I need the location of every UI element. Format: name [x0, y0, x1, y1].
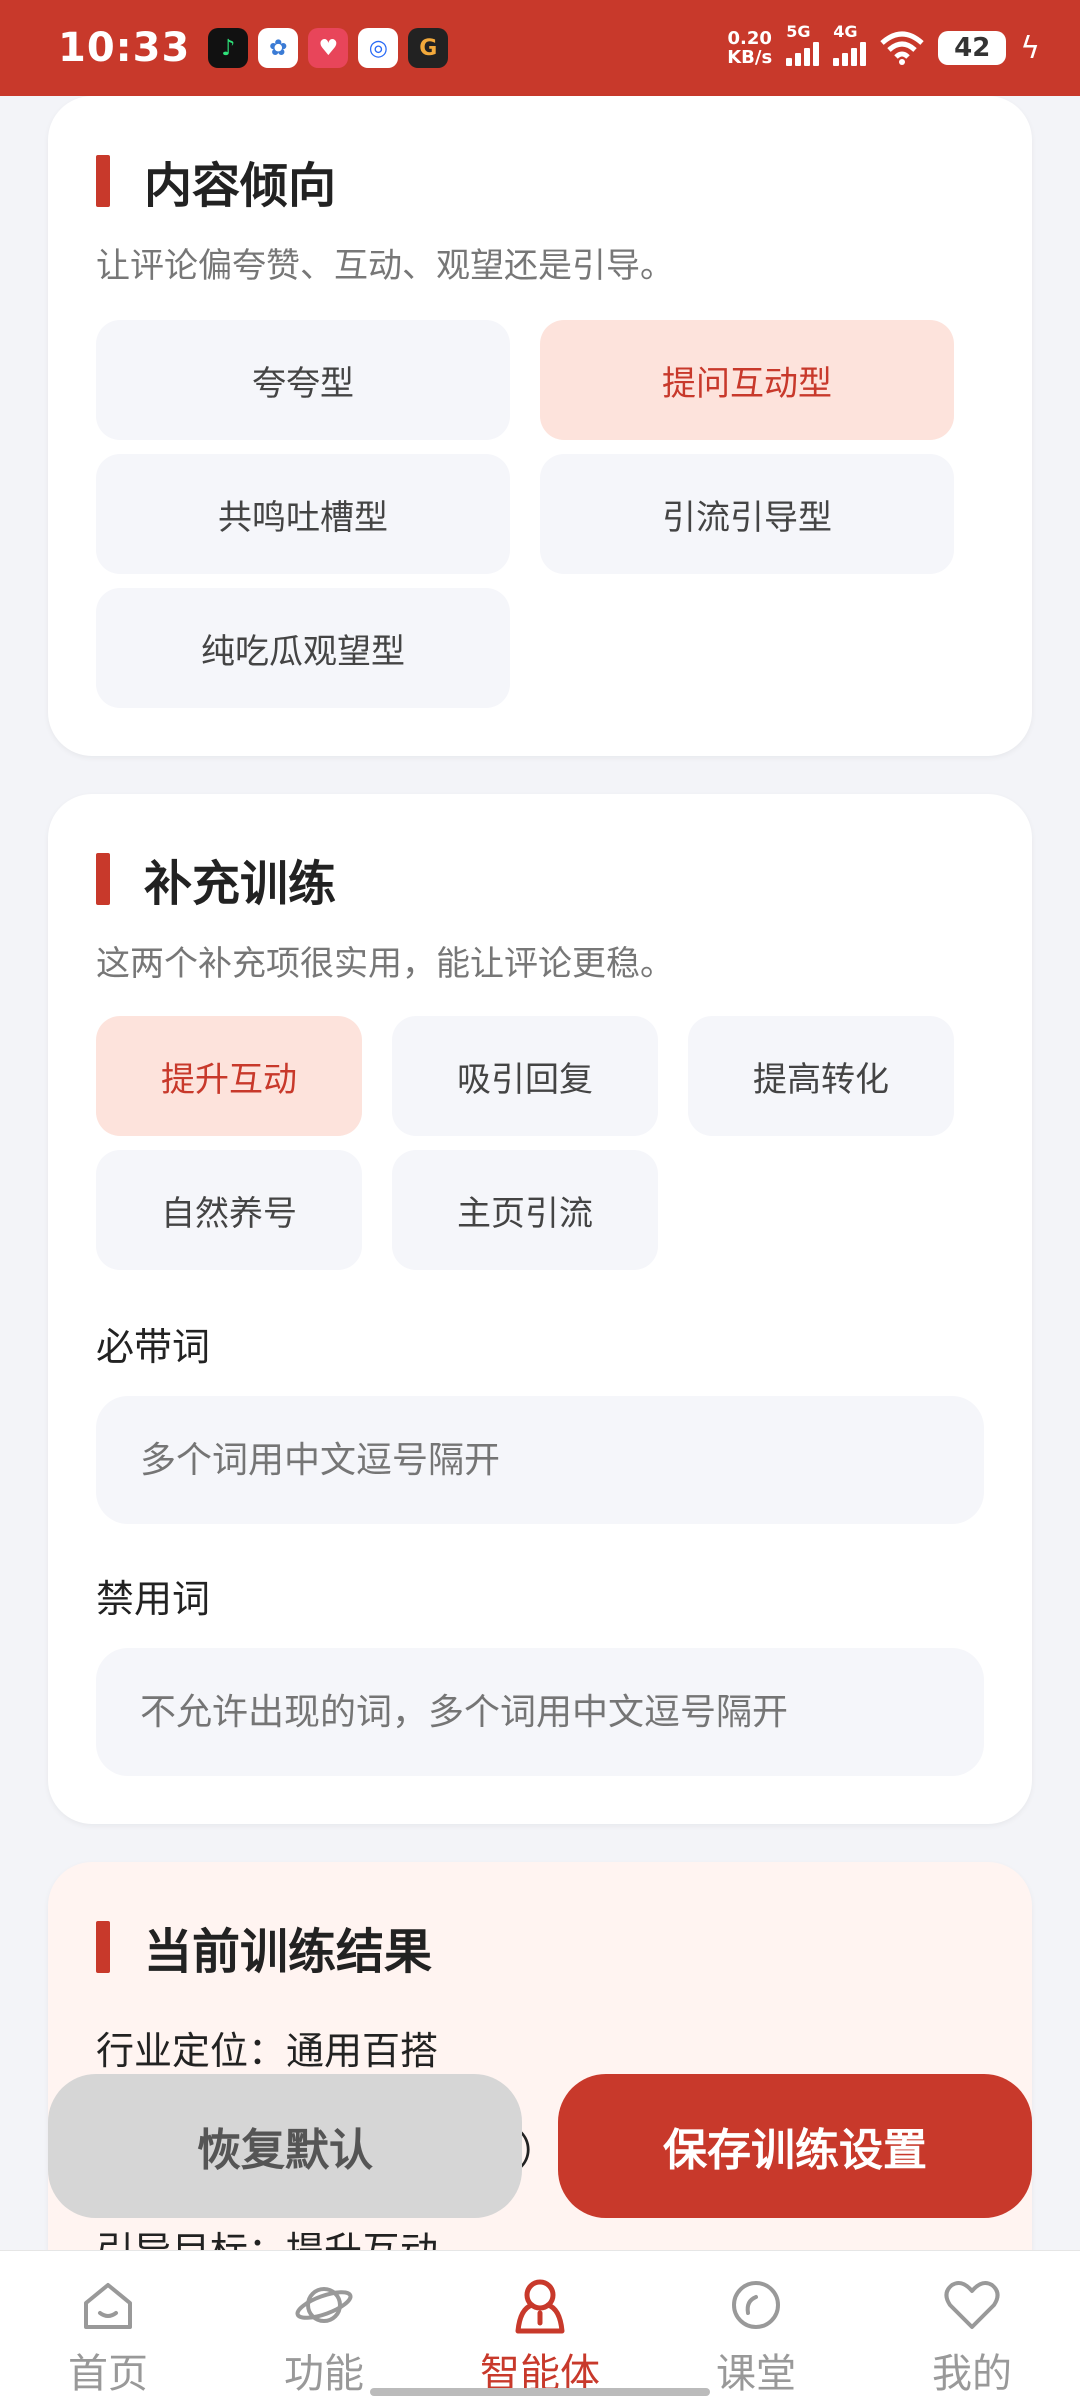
supplement-training-desc: 这两个补充项很实用，能让评论更稳。 — [96, 944, 674, 984]
current-result-title-text: 当前训练结果 — [144, 1924, 433, 1980]
agent-icon — [515, 2279, 565, 2334]
cloud-app-icon: ✿ — [258, 28, 299, 68]
bottom-tab-bar: 首页 功能 智能体 课堂 我的 — [0, 2250, 1080, 2401]
classroom-icon — [732, 2281, 780, 2329]
supplement-training-title: 补充训练 — [96, 844, 336, 914]
chip-natural-nurture[interactable]: 自然养号 — [96, 1150, 362, 1270]
save-training-button[interactable]: 保存训练设置 — [558, 2074, 1032, 2218]
chip-increase-conversion[interactable]: 提高转化 — [688, 1016, 954, 1136]
signal-4g-label: 4G — [833, 22, 858, 41]
signal-4g-icon: 4G — [833, 22, 867, 66]
title-accent-bar — [96, 155, 110, 207]
supplement-training-title-text: 补充训练 — [144, 856, 337, 912]
tab-classroom[interactable]: 课堂 — [648, 2251, 864, 2401]
browser-app-icon: ◎ — [358, 28, 399, 68]
notification-icons: ♪ ✿ ♥ ◎ G — [208, 28, 449, 68]
chip-onlooker[interactable]: 纯吃瓜观望型 — [96, 588, 510, 708]
content-tendency-title: 内容倾向 — [96, 146, 336, 216]
tab-home[interactable]: 首页 — [0, 2251, 216, 2401]
home-icon — [84, 2283, 132, 2329]
game-app-icon: G — [408, 28, 449, 68]
music-app-icon: ♪ — [208, 28, 249, 68]
signal-5g-icon: 5G — [786, 22, 820, 66]
net-speed: 0.20 KB/s — [727, 29, 772, 67]
net-speed-value: 0.20 — [727, 28, 772, 49]
result-industry: 行业定位：通用百搭 — [96, 2029, 439, 2073]
chip-profile-traffic[interactable]: 主页引流 — [392, 1150, 658, 1270]
title-accent-bar — [96, 1921, 110, 1973]
required-words-label: 必带词 — [96, 1325, 211, 1369]
chip-question-interaction[interactable]: 提问互动型 — [540, 320, 954, 440]
gift-app-icon: ♥ — [308, 28, 349, 68]
content-tendency-card: 内容倾向 让评论偏夸赞、互动、观望还是引导。 夸夸型 提问互动型 共鸣吐槽型 引… — [48, 96, 1032, 756]
current-result-title: 当前训练结果 — [96, 1912, 432, 1982]
heart-icon — [944, 2281, 1000, 2329]
supplement-training-card: 补充训练 这两个补充项很实用，能让评论更稳。 提升互动 吸引回复 提高转化 自然… — [48, 794, 1032, 1824]
status-time: 10:33 — [58, 25, 191, 71]
reset-default-button[interactable]: 恢复默认 — [48, 2074, 522, 2218]
content-tendency-desc: 让评论偏夸赞、互动、观望还是引导。 — [96, 246, 674, 286]
charging-icon: ϟ — [1020, 30, 1040, 66]
net-speed-unit: KB/s — [727, 47, 773, 68]
tab-agent[interactable]: 智能体 — [432, 2251, 648, 2401]
planet-icon — [295, 2287, 353, 2323]
tab-mine[interactable]: 我的 — [864, 2251, 1080, 2401]
tab-features[interactable]: 功能 — [216, 2251, 432, 2401]
chip-resonance-complaint[interactable]: 共鸣吐槽型 — [96, 454, 510, 574]
chip-praise[interactable]: 夸夸型 — [96, 320, 510, 440]
signal-5g-label: 5G — [786, 22, 811, 41]
tab-mine-label: 我的 — [932, 2351, 1012, 2397]
tab-home-label: 首页 — [68, 2351, 148, 2397]
banned-words-input[interactable] — [96, 1648, 984, 1776]
status-bar: 10:33 ♪ ✿ ♥ ◎ G 0.20 KB/s 5G 4G 42 ϟ — [0, 0, 1080, 96]
tab-features-label: 功能 — [284, 2351, 364, 2397]
battery-indicator: 42 — [938, 31, 1007, 65]
chip-attract-replies[interactable]: 吸引回复 — [392, 1016, 658, 1136]
content-tendency-title-text: 内容倾向 — [144, 158, 337, 214]
home-indicator[interactable] — [370, 2388, 710, 2396]
chip-traffic-guide[interactable]: 引流引导型 — [540, 454, 954, 574]
tab-classroom-label: 课堂 — [716, 2351, 796, 2397]
banned-words-label: 禁用词 — [96, 1577, 211, 1621]
title-accent-bar — [96, 853, 110, 905]
wifi-icon — [880, 31, 924, 65]
required-words-input[interactable] — [96, 1396, 984, 1524]
chip-boost-interaction[interactable]: 提升互动 — [96, 1016, 362, 1136]
